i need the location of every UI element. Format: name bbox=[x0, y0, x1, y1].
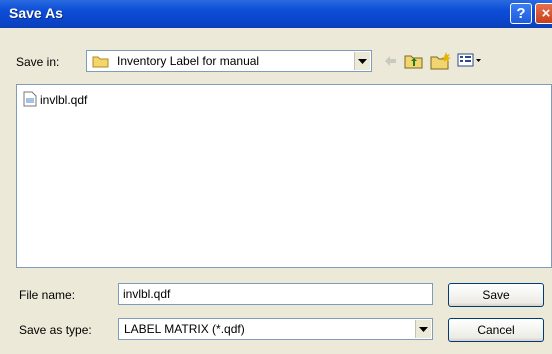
list-item[interactable]: invlbl.qdf bbox=[23, 91, 88, 110]
file-name-input[interactable]: invlbl.qdf bbox=[118, 283, 433, 305]
save-in-label: Save in: bbox=[16, 55, 60, 69]
save-in-dropdown-button[interactable] bbox=[354, 52, 370, 70]
close-button[interactable]: × bbox=[535, 3, 552, 24]
file-name-label: File name: bbox=[19, 288, 76, 302]
save-as-type-dropdown-button[interactable] bbox=[415, 320, 431, 338]
new-folder-icon[interactable] bbox=[430, 51, 452, 75]
folder-icon bbox=[92, 55, 110, 73]
save-as-type-label: Save as type: bbox=[19, 323, 92, 337]
save-in-folder-name: Inventory Label for manual bbox=[117, 54, 260, 68]
qdf-file-icon bbox=[23, 91, 37, 110]
file-name: invlbl.qdf bbox=[40, 93, 88, 107]
save-button[interactable]: Save bbox=[448, 283, 544, 307]
up-folder-icon[interactable] bbox=[404, 52, 424, 75]
cancel-button[interactable]: Cancel bbox=[448, 318, 544, 342]
save-as-type-value: LABEL MATRIX (*.qdf) bbox=[124, 322, 245, 336]
save-as-dialog: Save As ? × Save in: Inventory Label for… bbox=[0, 0, 552, 354]
dialog-title: Save As bbox=[9, 5, 63, 21]
save-in-dropdown[interactable]: Inventory Label for manual bbox=[86, 50, 372, 72]
help-button[interactable]: ? bbox=[510, 3, 532, 24]
title-bar[interactable]: Save As ? × bbox=[0, 0, 552, 28]
chevron-down-icon bbox=[358, 59, 367, 64]
back-icon[interactable] bbox=[382, 53, 398, 74]
chevron-down-icon bbox=[419, 327, 428, 332]
file-list[interactable]: invlbl.qdf bbox=[16, 84, 552, 268]
save-as-type-dropdown[interactable]: LABEL MATRIX (*.qdf) bbox=[118, 318, 433, 340]
views-menu-icon[interactable] bbox=[457, 52, 483, 73]
